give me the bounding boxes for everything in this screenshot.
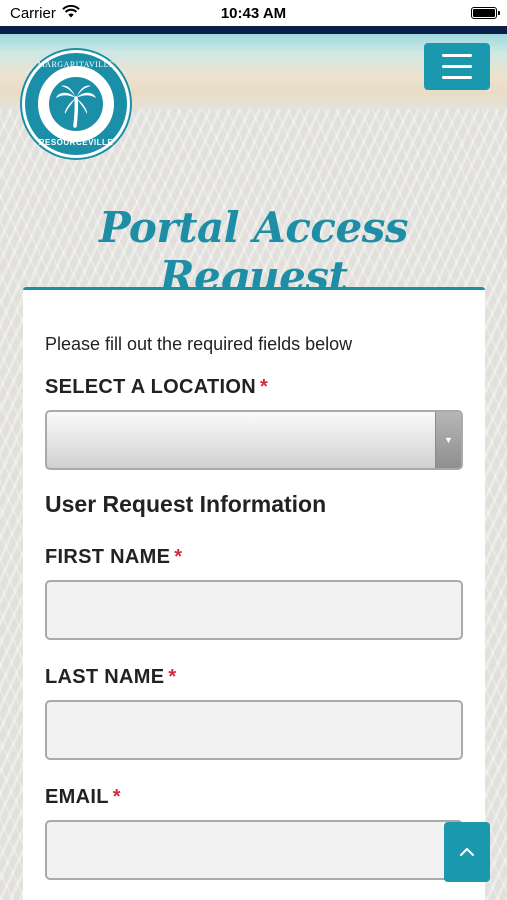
chevron-up-icon — [460, 848, 474, 856]
location-select[interactable]: ▼ — [45, 410, 463, 470]
hamburger-icon — [442, 54, 472, 57]
last-name-label: LAST NAME * — [45, 666, 176, 689]
section-heading: User Request Information — [45, 491, 327, 517]
required-marker: * — [168, 666, 177, 688]
chevron-down-icon: ▼ — [435, 412, 461, 468]
request-form-card: Please fill out the required fields belo… — [23, 287, 485, 900]
battery-icon — [471, 7, 500, 19]
last-name-field[interactable] — [45, 700, 463, 760]
form-intro: Please fill out the required fields belo… — [45, 334, 353, 354]
email-field[interactable] — [45, 820, 463, 880]
location-label-text: SELECT A LOCATION — [45, 376, 257, 398]
status-bar: Carrier 10:43 AM — [0, 0, 507, 26]
site-logo[interactable]: MARGARITAVILLE RESOURCEVILLE — [22, 50, 130, 158]
scroll-to-top-button[interactable] — [444, 822, 490, 882]
required-marker: * — [260, 376, 269, 398]
email-label: EMAIL * — [45, 786, 121, 809]
hamburger-icon-bar — [442, 65, 472, 68]
wifi-icon — [62, 4, 80, 22]
menu-button[interactable] — [424, 43, 490, 90]
first-name-field[interactable] — [45, 580, 463, 640]
first-name-label: FIRST NAME * — [45, 546, 182, 569]
required-marker: * — [174, 546, 183, 568]
hamburger-icon-bar — [442, 76, 472, 79]
logo-text-bottom: RESOURCEVILLE — [38, 138, 114, 147]
last-name-label-text: LAST NAME — [45, 666, 165, 688]
first-name-label-text: FIRST NAME — [45, 546, 171, 568]
required-marker: * — [112, 786, 121, 808]
header-stripe — [0, 26, 507, 34]
location-label: SELECT A LOCATION * — [45, 376, 268, 399]
carrier-label: Carrier — [10, 4, 56, 22]
email-label-text: EMAIL — [45, 786, 109, 808]
status-left: Carrier — [10, 4, 80, 22]
logo-text-top: MARGARITAVILLE — [37, 60, 115, 69]
palm-tree-icon — [38, 66, 114, 142]
